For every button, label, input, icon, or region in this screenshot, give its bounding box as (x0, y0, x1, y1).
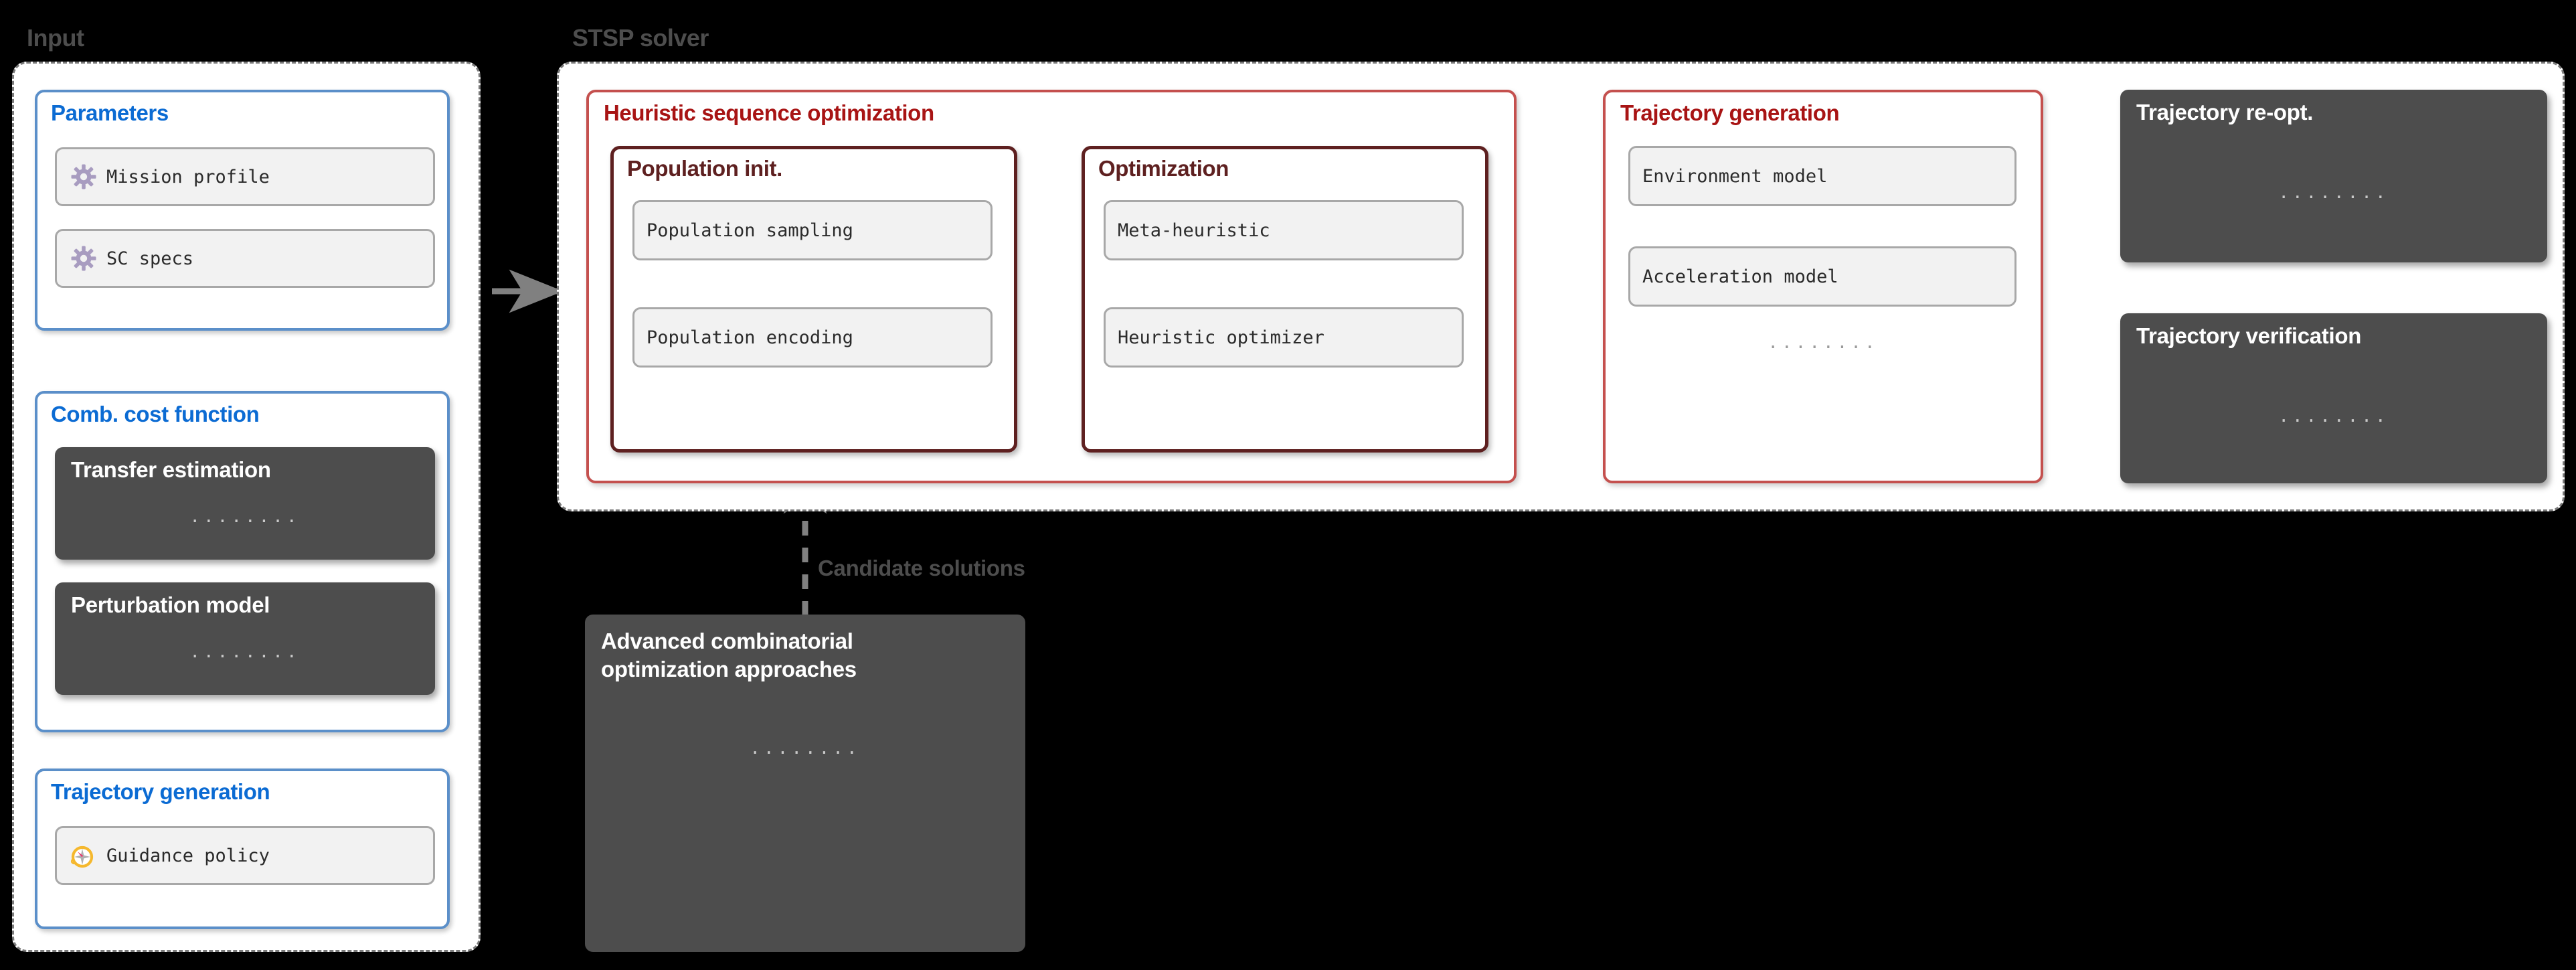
chip-acceleration-model-label: Acceleration model (1642, 266, 1838, 287)
chip-meta-heuristic[interactable]: Meta-heuristic (1104, 200, 1464, 260)
panel-parameters[interactable]: Parameters Mission profile SC specs (35, 90, 450, 331)
dark-box-transfer-estimation-title: Transfer estimation (71, 457, 271, 482)
dark-box-trajectory-verification-title: Trajectory verification (2136, 323, 2362, 348)
chip-population-sampling-label: Population sampling (647, 220, 853, 241)
chip-meta-heuristic-label: Meta-heuristic (1118, 220, 1270, 241)
gear-icon (69, 162, 98, 191)
panel-input-trajectory-generation[interactable]: Trajectory generation Guidance policy (35, 769, 450, 929)
chip-mission-profile-label: Mission profile (106, 166, 270, 187)
group-label-input: Input (27, 24, 84, 52)
dark-box-perturbation-model-dots: ········ (189, 647, 300, 667)
dark-box-advanced-combinatorial-title-line1: Advanced combinatorial (601, 629, 853, 653)
dark-box-trajectory-verification[interactable]: Trajectory verification ········ (2120, 313, 2547, 483)
chip-population-encoding-label: Population encoding (647, 327, 853, 348)
chip-heuristic-optimizer-label: Heuristic optimizer (1118, 327, 1324, 348)
chip-sc-specs-label: SC specs (106, 248, 194, 269)
stsp-trajectory-generation-dots: ········ (1768, 337, 1879, 357)
gear-icon (69, 244, 98, 273)
group-label-stsp-solver: STSP solver (572, 24, 709, 52)
panel-stsp-trajectory-generation[interactable]: Trajectory generation Environment model … (1603, 90, 2043, 483)
panel-optimization-title: Optimization (1098, 156, 1229, 181)
dark-box-trajectory-reopt[interactable]: Trajectory re-opt. ········ (2120, 90, 2547, 262)
dark-box-trajectory-reopt-title: Trajectory re-opt. (2136, 100, 2314, 125)
panel-comb-cost-function-title: Comb. cost function (51, 402, 260, 426)
panel-input-trajectory-generation-title: Trajectory generation (51, 779, 270, 804)
dark-box-perturbation-model-title: Perturbation model (71, 592, 270, 617)
panel-population-init[interactable]: Population init. Population sampling Pop… (610, 146, 1017, 453)
panel-heuristic-sequence-optimization-title: Heuristic sequence optimization (604, 100, 934, 125)
edge-label-candidate-solutions: Candidate solutions (818, 556, 1025, 580)
chip-sc-specs[interactable]: SC specs (55, 229, 435, 288)
panel-stsp-trajectory-generation-title: Trajectory generation (1620, 100, 1840, 125)
compass-icon (69, 841, 98, 870)
chip-guidance-policy[interactable]: Guidance policy (55, 826, 435, 885)
chip-population-sampling[interactable]: Population sampling (632, 200, 993, 260)
dark-box-advanced-combinatorial[interactable]: Advanced combinatorial optimization appr… (585, 615, 1025, 952)
chip-population-encoding[interactable]: Population encoding (632, 307, 993, 368)
panel-parameters-title: Parameters (51, 100, 169, 125)
dark-box-perturbation-model[interactable]: Perturbation model ········ (55, 582, 435, 695)
panel-heuristic-sequence-optimization[interactable]: Heuristic sequence optimization Populati… (586, 90, 1517, 483)
panel-comb-cost-function[interactable]: Comb. cost function Transfer estimation … (35, 391, 450, 732)
dark-box-transfer-estimation[interactable]: Transfer estimation ········ (55, 447, 435, 560)
chip-guidance-policy-label: Guidance policy (106, 845, 270, 866)
chip-environment-model-label: Environment model (1642, 165, 1828, 187)
dark-box-advanced-combinatorial-title-line2: optimization approaches (601, 657, 857, 681)
chip-mission-profile[interactable]: Mission profile (55, 147, 435, 206)
dark-box-trajectory-verification-dots: ········ (2278, 411, 2389, 431)
dark-box-advanced-combinatorial-dots: ········ (750, 743, 861, 763)
dark-box-trajectory-reopt-dots: ········ (2278, 187, 2389, 208)
panel-population-init-title: Population init. (627, 156, 782, 181)
dark-box-transfer-estimation-dots: ········ (189, 511, 300, 532)
chip-acceleration-model[interactable]: Acceleration model (1628, 246, 2016, 307)
chip-heuristic-optimizer[interactable]: Heuristic optimizer (1104, 307, 1464, 368)
panel-optimization[interactable]: Optimization Meta-heuristic Heuristic op… (1082, 146, 1488, 453)
chip-environment-model[interactable]: Environment model (1628, 146, 2016, 206)
